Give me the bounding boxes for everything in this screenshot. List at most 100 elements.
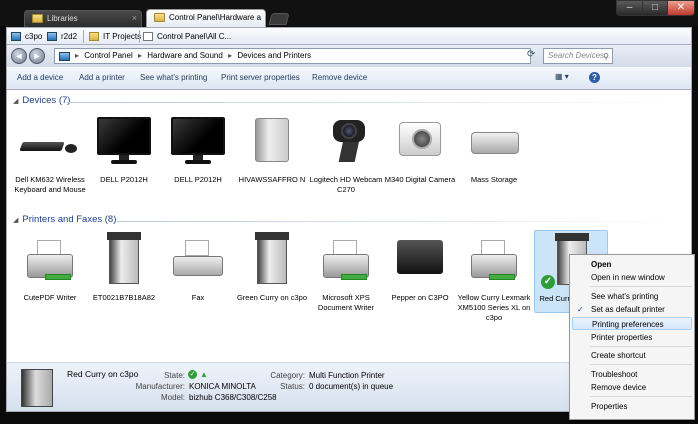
menu-separator	[590, 396, 692, 397]
monitor-icon	[161, 112, 235, 172]
printer-label: ET0021B7B18A82	[92, 293, 156, 302]
device-mass-storage[interactable]: Mass Storage	[457, 112, 531, 185]
menu-item-printing-preferences[interactable]: Printing preferences	[572, 317, 692, 330]
printer-label: Pepper on C3PO	[391, 293, 449, 302]
search-input[interactable]: Search Devices... ⚲	[543, 48, 613, 64]
menu-item-remove-device[interactable]: Remove device	[572, 381, 692, 394]
breadcrumb-hardware-and-sound[interactable]: Hardware and Sound	[147, 51, 223, 60]
bookmark-control-panel[interactable]: Control Panel\All C...	[143, 30, 231, 44]
printer-fax[interactable]: Fax	[161, 230, 235, 303]
group-header-devices[interactable]: ◢ Devices (7)	[7, 95, 691, 109]
bookmark-label: IT Projects	[103, 32, 142, 41]
printer-et0021[interactable]: ET0021B7B18A82	[87, 230, 161, 303]
device-keyboard-mouse[interactable]: Dell KM632 Wireless Keyboard and Mouse	[13, 112, 87, 195]
device-monitor-1[interactable]: DELL P2012H	[87, 112, 161, 185]
search-icon: ⚲	[603, 52, 609, 61]
divider	[117, 221, 687, 222]
menu-item-properties[interactable]: Properties	[572, 400, 692, 413]
close-tab-icon[interactable]: ×	[132, 13, 137, 23]
breadcrumb-control-panel[interactable]: Control Panel	[84, 51, 132, 60]
device-label: DELL P2012H	[100, 175, 148, 184]
tab-label: Libraries	[47, 14, 78, 23]
printer-cutepdf[interactable]: CutePDF Writer	[13, 230, 87, 303]
webcam-icon	[309, 112, 383, 172]
separator	[139, 30, 140, 43]
forward-button[interactable]: ►	[29, 48, 45, 64]
menu-item-set-default[interactable]: ✓ Set as default printer	[572, 303, 692, 316]
status-label: Status:	[280, 382, 305, 391]
printer-label: Microsoft XPS Document Writer	[317, 293, 375, 312]
refresh-icon[interactable]: ⟳	[527, 49, 539, 61]
printer-label: Green Curry on c3po	[236, 293, 308, 302]
printer-label: Fax	[191, 293, 205, 302]
menu-separator	[590, 346, 692, 347]
computer-tower-icon	[235, 112, 309, 172]
breadcrumb-devices-and-printers[interactable]: Devices and Printers	[237, 51, 311, 60]
minimize-button[interactable]: –	[616, 0, 643, 16]
device-computer[interactable]: HIVAWSSAFFRO N	[235, 112, 309, 185]
tab-control-panel[interactable]: Control Panel\Hardware a	[146, 9, 266, 27]
new-tab-button[interactable]	[268, 13, 290, 25]
printer-pepper[interactable]: Pepper on C3PO	[383, 230, 457, 303]
category-value: Multi Function Printer	[309, 371, 385, 380]
computer-icon	[47, 32, 57, 41]
device-label: M340 Digital Camera	[384, 175, 456, 184]
printer-icon	[309, 230, 383, 290]
menu-label: Set as default printer	[591, 305, 665, 314]
folder-icon	[32, 14, 43, 23]
status-value: 0 document(s) in queue	[309, 382, 394, 391]
model-label: Model:	[160, 393, 185, 402]
control-panel-icon	[59, 52, 70, 61]
printer-thumbnail	[21, 369, 53, 407]
help-icon[interactable]: ?	[589, 72, 600, 83]
camera-icon	[383, 112, 457, 172]
menu-item-see-whats-printing[interactable]: See what's printing	[572, 290, 692, 303]
device-camera[interactable]: M340 Digital Camera	[383, 112, 457, 185]
monitor-icon	[87, 112, 161, 172]
bookmark-label: r2d2	[61, 32, 78, 41]
menu-item-open-new-window[interactable]: Open in new window	[572, 271, 692, 284]
see-whats-printing-button[interactable]: See what's printing	[140, 73, 207, 82]
keyboard-mouse-icon	[13, 112, 87, 172]
menu-item-troubleshoot[interactable]: Troubleshoot	[572, 368, 692, 381]
printer-xps[interactable]: Microsoft XPS Document Writer	[309, 230, 383, 313]
group-label: Devices (7)	[22, 95, 71, 106]
group-label: Printers and Faxes (8)	[22, 214, 117, 225]
ok-status-icon: ✓	[188, 370, 197, 380]
close-button[interactable]: ✕	[667, 0, 695, 16]
tab-libraries[interactable]: Libraries ×	[24, 10, 142, 27]
bookmark-it-projects[interactable]: IT Projects	[89, 30, 141, 44]
separator	[83, 30, 84, 43]
printer-label: Yellow Curry Lexmark XM5100 Series XL on…	[457, 293, 531, 322]
context-menu: Open Open in new window See what's print…	[569, 254, 695, 420]
menu-item-create-shortcut[interactable]: Create shortcut	[572, 349, 692, 362]
printer-green-curry[interactable]: Green Curry on c3po	[235, 230, 309, 303]
remove-device-button[interactable]: Remove device	[312, 73, 367, 82]
breadcrumb-chevron-icon: ▸	[228, 51, 233, 60]
menu-separator	[590, 286, 692, 287]
bookmark-label: Control Panel\All C...	[157, 32, 232, 41]
bookmark-c3po[interactable]: c3po	[11, 30, 42, 44]
printer-yellow-curry[interactable]: Yellow Curry Lexmark XM5100 Series XL on…	[457, 230, 531, 323]
menu-item-open[interactable]: Open	[572, 258, 692, 271]
address-bar[interactable]: ▸ Control Panel ▸ Hardware and Sound ▸ D…	[54, 48, 531, 64]
default-check-icon: ✓	[541, 275, 555, 289]
device-monitor-2[interactable]: DELL P2012H	[161, 112, 235, 185]
view-options-icon[interactable]: ▦ ▾	[555, 72, 569, 81]
device-webcam[interactable]: Logitech HD Webcam C270	[309, 112, 383, 195]
bookmark-r2d2[interactable]: r2d2	[47, 30, 77, 44]
add-printer-button[interactable]: Add a printer	[79, 73, 125, 82]
print-server-properties-button[interactable]: Print server properties	[221, 73, 300, 82]
device-label: Mass Storage	[470, 175, 518, 184]
menu-item-printer-properties[interactable]: Printer properties	[572, 331, 692, 344]
maximize-button[interactable]: □	[642, 0, 668, 16]
device-label: DELL P2012H	[174, 175, 222, 184]
add-device-button[interactable]: Add a device	[17, 73, 63, 82]
collapse-arrow-icon: ◢	[13, 217, 19, 224]
manufacturer-label: Manufacturer:	[135, 382, 185, 391]
group-header-printers[interactable]: ◢ Printers and Faxes (8)	[7, 214, 691, 228]
device-label: HIVAWSSAFFRO N	[238, 175, 306, 184]
back-button[interactable]: ◄	[11, 48, 27, 64]
printer-label: CutePDF Writer	[23, 293, 77, 302]
model-value: bizhub C368/C308/C258	[189, 393, 277, 402]
